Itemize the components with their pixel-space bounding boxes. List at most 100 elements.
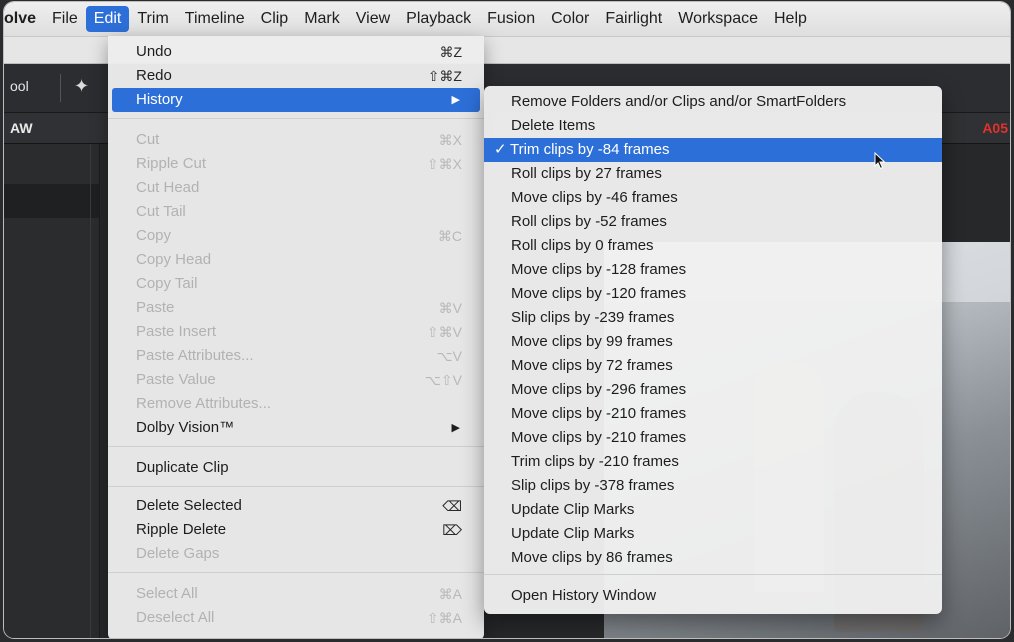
menu-item-cut[interactable]: Cut ⌘X (112, 128, 480, 152)
shortcut-label: ⇧⌘Z (427, 68, 462, 84)
panel-header-label: AW (10, 120, 33, 136)
history-item[interactable]: Move clips by -210 frames (484, 402, 942, 426)
menu-mark[interactable]: Mark (296, 6, 348, 32)
history-item[interactable]: Delete Items (484, 114, 942, 138)
menu-item-select-all[interactable]: Select All ⌘A (112, 582, 480, 606)
menu-item-redo[interactable]: Redo ⇧⌘Z (112, 64, 480, 88)
menu-item-paste-value[interactable]: Paste Value ⌥⇧V (112, 368, 480, 392)
menu-item-label: Delete Gaps (136, 545, 220, 562)
shortcut-label: ⌫ (442, 498, 462, 514)
menu-item-remove-attributes[interactable]: Remove Attributes... (112, 392, 480, 416)
menu-item-label: Paste Value (136, 371, 216, 388)
timecode-label: A05 (982, 120, 1008, 136)
menu-item-label: Cut Head (136, 179, 200, 196)
menu-color[interactable]: Color (543, 6, 597, 32)
menu-item-deselect-all[interactable]: Deselect All ⇧⌘A (112, 606, 480, 630)
history-item[interactable]: Move clips by -210 frames (484, 426, 942, 450)
menu-help[interactable]: Help (766, 6, 815, 32)
menu-item-ripple-cut[interactable]: Ripple Cut ⇧⌘X (112, 152, 480, 176)
menu-item-delete-gaps[interactable]: Delete Gaps (112, 542, 480, 566)
submenu-arrow-icon: ▶ (451, 94, 460, 106)
history-item[interactable]: Trim clips by -210 frames (484, 450, 942, 474)
history-item[interactable]: Roll clips by -52 frames (484, 210, 942, 234)
checkmark-icon: ✓ (494, 141, 507, 158)
menu-item-label: History (136, 91, 183, 108)
history-item[interactable]: Update Clip Marks (484, 498, 942, 522)
panel-divider (90, 144, 91, 638)
menu-item-copy[interactable]: Copy ⌘C (112, 224, 480, 248)
menu-clip[interactable]: Clip (253, 6, 297, 32)
menu-item-paste[interactable]: Paste ⌘V (112, 296, 480, 320)
menu-edit[interactable]: Edit (85, 6, 130, 32)
menu-item-label: Redo (136, 67, 172, 84)
shortcut-label: ⇧⌘A (426, 610, 462, 626)
menu-divider (108, 446, 484, 447)
menu-file[interactable]: File (44, 6, 86, 32)
submenu-arrow-icon: ▶ (451, 422, 460, 434)
menu-trim[interactable]: Trim (129, 6, 176, 32)
menu-item-history[interactable]: History ▶ (112, 88, 480, 112)
shortcut-label: ⌘V (438, 300, 462, 316)
menu-item-paste-attributes[interactable]: Paste Attributes... ⌥V (112, 344, 480, 368)
menu-item-duplicate-clip[interactable]: Duplicate Clip (112, 456, 480, 480)
menu-item-label: Paste (136, 299, 175, 316)
shortcut-label: ⌥⇧V (424, 372, 462, 388)
history-item[interactable]: Roll clips by 0 frames (484, 234, 942, 258)
menu-item-label: Select All (136, 585, 198, 602)
menu-item-delete-selected[interactable]: Delete Selected ⌫ (112, 494, 480, 518)
menu-workspace[interactable]: Workspace (670, 6, 766, 32)
media-pool-label[interactable]: ool (10, 78, 29, 94)
menu-item-label: Cut Tail (136, 203, 186, 220)
menu-item-label: Undo (136, 43, 172, 60)
history-item[interactable]: Remove Folders and/or Clips and/or Smart… (484, 90, 942, 114)
menu-item-dolby-vision[interactable]: Dolby Vision™ ▶ (112, 416, 480, 440)
menu-item-paste-insert[interactable]: Paste Insert ⇧⌘V (112, 320, 480, 344)
toolbar-divider (60, 74, 61, 102)
menu-item-ripple-delete[interactable]: Ripple Delete ⌦ (112, 518, 480, 542)
menu-item-label: Copy Head (136, 251, 212, 268)
menu-item-cut-head[interactable]: Cut Head (112, 176, 480, 200)
history-item[interactable]: Update Clip Marks (484, 522, 942, 546)
shortcut-label: ⌘Z (439, 44, 462, 60)
mouse-cursor-icon (874, 152, 886, 170)
menu-item-label: Ripple Cut (136, 155, 207, 172)
menu-item-cut-tail[interactable]: Cut Tail (112, 200, 480, 224)
shortcut-label: ⌘X (438, 132, 462, 148)
menu-item-copy-head[interactable]: Copy Head (112, 248, 480, 272)
menu-item-copy-tail[interactable]: Copy Tail (112, 272, 480, 296)
menu-fusion[interactable]: Fusion (479, 6, 543, 32)
menu-divider (108, 572, 484, 573)
open-history-window-item[interactable]: Open History Window (484, 584, 942, 608)
menu-item-label: Deselect All (136, 609, 215, 626)
history-item[interactable]: Move clips by -46 frames (484, 186, 942, 210)
menu-item-label: Paste Insert (136, 323, 217, 340)
menu-item-undo[interactable]: Undo ⌘Z (112, 40, 480, 64)
history-item[interactable]: Move clips by -296 frames (484, 378, 942, 402)
menu-item-label: Copy Tail (136, 275, 198, 292)
effects-wand-icon[interactable]: ✦ (74, 76, 89, 97)
menu-item-label: Paste Attributes... (136, 347, 254, 364)
menu-bar: olve File Edit Trim Timeline Clip Mark V… (4, 2, 1010, 37)
menu-view[interactable]: View (348, 6, 398, 32)
menu-divider (108, 118, 484, 119)
menu-item-label: Copy (136, 227, 172, 244)
menu-app[interactable]: olve (4, 6, 44, 32)
history-item[interactable]: Move clips by 99 frames (484, 330, 942, 354)
menu-item-label: Remove Attributes... (136, 395, 272, 412)
menu-fairlight[interactable]: Fairlight (597, 6, 670, 32)
history-item[interactable]: Move clips by -120 frames (484, 282, 942, 306)
bin-row-selected[interactable] (4, 184, 99, 218)
menu-item-label: Dolby Vision™ (136, 419, 235, 436)
shortcut-label: ⌘A (438, 586, 462, 602)
app-window: olve File Edit Trim Timeline Clip Mark V… (4, 2, 1010, 638)
shortcut-label: ⇧⌘V (426, 324, 462, 340)
menu-playback[interactable]: Playback (398, 6, 479, 32)
menu-timeline[interactable]: Timeline (177, 6, 253, 32)
history-item[interactable]: Move clips by 72 frames (484, 354, 942, 378)
history-item[interactable]: Slip clips by -378 frames (484, 474, 942, 498)
history-item[interactable]: Move clips by 86 frames (484, 546, 942, 570)
history-item[interactable]: Move clips by -128 frames (484, 258, 942, 282)
menu-item-label: Cut (136, 131, 160, 148)
history-item[interactable]: Slip clips by -239 frames (484, 306, 942, 330)
shortcut-label: ⌥V (436, 348, 462, 364)
